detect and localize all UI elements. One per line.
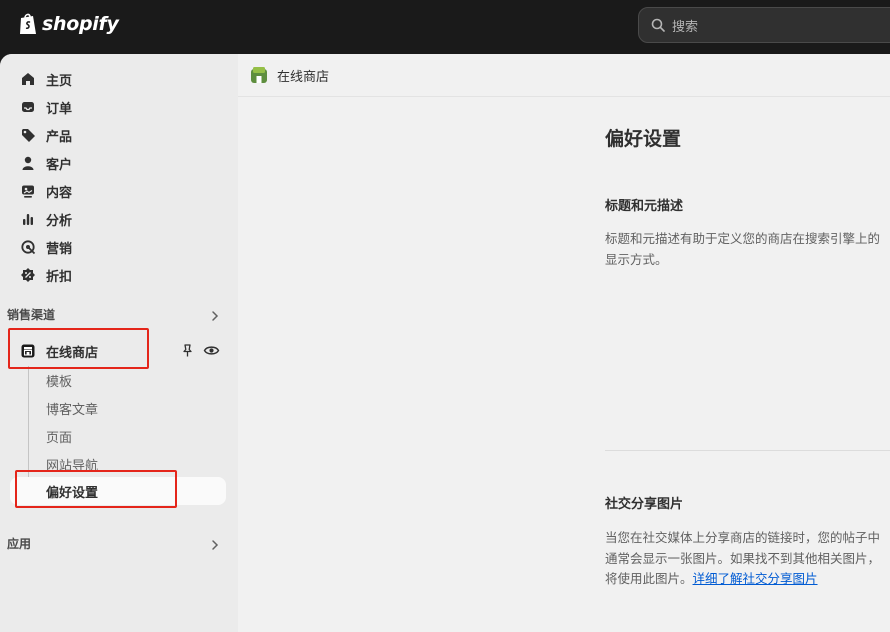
apps-title[interactable]: 应用 <box>7 535 31 552</box>
sidebar-item-label: 营销 <box>46 241 73 257</box>
highlight-box-preferences <box>15 470 177 508</box>
learn-more-link[interactable]: 详细了解社交分享图片 <box>693 571 818 586</box>
pin-icon[interactable] <box>180 343 195 358</box>
tag-icon <box>22 129 35 142</box>
logo-text: shopify <box>42 13 119 35</box>
chevron-right-icon[interactable] <box>208 538 222 552</box>
shopify-bag-icon <box>20 13 36 34</box>
bar-chart-icon <box>23 214 33 225</box>
sidebar-item-orders[interactable]: 订单 <box>8 93 228 121</box>
image-icon <box>22 185 34 198</box>
breadcrumb: 在线商店 <box>238 54 890 97</box>
sidebar-item-discounts[interactable]: 折扣 <box>8 261 228 289</box>
search-placeholder: 搜索 <box>672 19 699 35</box>
discount-icon <box>21 268 35 282</box>
inbox-icon <box>22 102 34 112</box>
sidebar-item-customers[interactable]: 客户 <box>8 149 228 177</box>
sidebar-item-label: 订单 <box>46 101 73 117</box>
sidebar-subitem-blog-posts[interactable]: 博客文章 <box>46 399 98 418</box>
sidebar-item-home[interactable]: 主页 <box>8 65 228 93</box>
section-description-social-image: 当您在社交媒体上分享商店的链接时，您的帖子中通常会显示一张图片。如果找不到其他相… <box>605 528 885 590</box>
sidebar-item-label: 折扣 <box>46 269 73 285</box>
section-description-title-meta: 标题和元描述有助于定义您的商店在搜索引擎上的显示方式。 <box>605 231 881 267</box>
search-icon <box>651 18 665 32</box>
sidebar-item-label: 客户 <box>46 157 73 173</box>
section-heading-social-image: 社交分享图片 <box>605 497 684 512</box>
person-icon <box>22 156 34 170</box>
home-icon <box>22 73 34 85</box>
sidebar-item-content[interactable]: 内容 <box>8 177 228 205</box>
section-divider <box>605 450 890 451</box>
highlight-box-online-store <box>8 328 149 369</box>
shopify-logo[interactable]: shopify <box>18 12 119 36</box>
chevron-right-icon[interactable] <box>208 309 222 323</box>
sidebar-item-label: 主页 <box>46 73 73 89</box>
target-icon <box>21 240 36 255</box>
sidebar-item-marketing[interactable]: 营销 <box>8 233 228 261</box>
top-bar: shopify 搜索 <box>0 0 890 54</box>
sales-channels-title[interactable]: 销售渠道 <box>7 306 55 323</box>
section-heading-title-meta: 标题和元描述 <box>605 199 684 214</box>
eye-icon[interactable] <box>203 343 220 358</box>
admin-panel: 主页 订单 产品 客户 内容 分析 营销 折扣 销售渠道 在线商店 模板 博客文… <box>0 54 890 632</box>
sidebar-item-products[interactable]: 产品 <box>8 121 228 149</box>
sidebar-item-analytics[interactable]: 分析 <box>8 205 228 233</box>
sidebar-item-label: 内容 <box>46 185 73 201</box>
sidebar: 主页 订单 产品 客户 内容 分析 营销 折扣 销售渠道 在线商店 模板 博客文… <box>0 54 238 632</box>
breadcrumb-label[interactable]: 在线商店 <box>277 66 329 85</box>
sidebar-subitem-themes[interactable]: 模板 <box>46 371 72 390</box>
sidebar-item-label: 产品 <box>46 129 73 145</box>
search-input[interactable]: 搜索 <box>638 7 890 43</box>
sidebar-subitem-pages[interactable]: 页面 <box>46 427 72 446</box>
page-title: 偏好设置 <box>605 128 682 150</box>
sidebar-item-label: 分析 <box>46 213 73 229</box>
online-store-app-icon <box>251 67 267 83</box>
